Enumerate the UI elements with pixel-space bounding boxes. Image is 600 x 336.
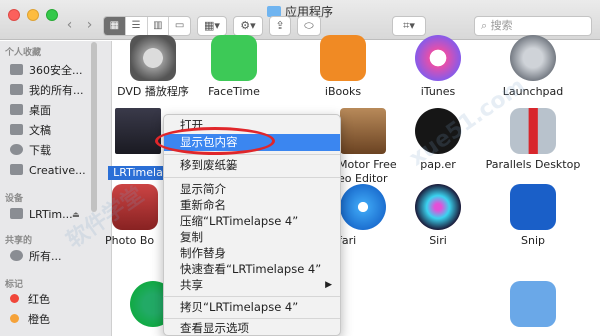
sidebar-scrollbar[interactable]	[91, 42, 97, 212]
menu-item-rename[interactable]: 重新命名	[164, 197, 340, 214]
sidebar-tag-red[interactable]: 红色	[10, 292, 50, 308]
cloud-icon	[10, 164, 23, 175]
search-field[interactable]: ⌕ 搜索	[474, 16, 592, 36]
menu-separator	[164, 154, 340, 155]
lrtimelapse-icon	[115, 108, 161, 154]
menu-item-copy[interactable]: 拷贝“LRTimelapse 4”	[164, 299, 340, 316]
sidebar-item[interactable]: 我的所有...	[10, 83, 84, 99]
sidebar-item[interactable]: 下载	[10, 143, 51, 159]
film-icon	[340, 108, 386, 154]
action-button[interactable]: ⚙▾	[233, 16, 263, 36]
app-safari[interactable]: fari	[338, 184, 388, 248]
menu-item-move-to-trash[interactable]: 移到废纸篓	[164, 157, 340, 174]
menu-item-show-view-options[interactable]: 查看显示选项	[164, 320, 340, 336]
music-icon	[415, 35, 461, 81]
devices-header: 设备	[5, 194, 24, 204]
app-parallels[interactable]: Parallels Desktop	[485, 108, 581, 172]
menu-item-quick-look[interactable]: 快速查看“LRTimelapse 4”	[164, 261, 340, 278]
app-snip[interactable]: Snip	[485, 184, 581, 248]
book-icon	[320, 35, 366, 81]
tag-dot-icon	[10, 294, 19, 303]
desktop-icon	[10, 104, 23, 115]
scissors-icon	[510, 184, 556, 230]
sidebar-item[interactable]: 文稿	[10, 123, 51, 139]
shared-header: 共享的	[5, 236, 33, 246]
app-utilities[interactable]	[485, 281, 581, 327]
menu-item-make-alias[interactable]: 制作替身	[164, 245, 340, 262]
sidebar-tag-orange[interactable]: 橙色	[10, 312, 50, 328]
view-mode-segmented[interactable]: ▦ ☰ ▥ ▭	[103, 16, 191, 36]
list-view-button[interactable]: ☰	[126, 17, 148, 35]
menu-item-duplicate[interactable]: 复制	[164, 229, 340, 246]
download-icon	[10, 144, 23, 155]
sidebar-item[interactable]: LRTim...	[10, 207, 73, 223]
compass-icon	[340, 184, 386, 230]
share-button[interactable]: ⇪	[269, 16, 291, 36]
app-siri[interactable]: Siri	[390, 184, 486, 248]
parallels-icon	[510, 108, 556, 154]
globe-icon	[10, 250, 23, 261]
all-files-icon	[10, 84, 23, 95]
annotation-highlight-ring	[155, 127, 275, 155]
app-motor-free[interactable]: Motor Free eo Editor	[338, 108, 397, 186]
favorites-header: 个人收藏	[5, 48, 42, 58]
sidebar-item[interactable]: 360安全...	[10, 63, 83, 79]
column-view-button[interactable]: ▥	[148, 17, 170, 35]
back-button[interactable]: ‹	[60, 17, 79, 34]
siri-icon	[415, 184, 461, 230]
gallery-view-button[interactable]: ▭	[169, 17, 190, 35]
document-icon	[10, 124, 23, 135]
rocket-icon	[510, 35, 556, 81]
app-facetime[interactable]: FaceTime	[186, 35, 282, 99]
menu-separator	[164, 296, 340, 297]
submenu-arrow-icon: ▶	[325, 280, 332, 290]
menu-item-share[interactable]: 共享 ▶	[164, 277, 340, 294]
tag-button[interactable]: ⬭	[297, 16, 321, 36]
gear-icon: ⚙	[240, 19, 251, 32]
folder-icon	[510, 281, 556, 327]
menu-item-get-info[interactable]: 显示简介	[164, 181, 340, 198]
menu-separator	[164, 177, 340, 178]
folder-icon	[10, 64, 23, 75]
forward-button[interactable]: ›	[80, 17, 99, 34]
facetime-icon	[211, 35, 257, 81]
sidebar-item[interactable]: Creative...	[10, 163, 86, 179]
tags-header: 标记	[5, 280, 24, 290]
app-itunes[interactable]: iTunes	[390, 35, 486, 99]
sidebar-item[interactable]: 所有...	[10, 249, 62, 265]
sidebar-item[interactable]: 桌面	[10, 103, 51, 119]
arrange-button[interactable]: ▦▾	[197, 16, 227, 36]
shortcut-button[interactable]: ⌗▾	[392, 16, 426, 36]
drive-icon	[10, 208, 23, 219]
tag-dot-icon	[10, 314, 19, 323]
icon-view-button[interactable]: ▦	[104, 17, 126, 35]
dvd-icon	[130, 35, 176, 81]
app-ibooks[interactable]: iBooks	[295, 35, 391, 99]
menu-item-compress[interactable]: 压缩“LRTimelapse 4”	[164, 213, 340, 230]
menu-separator	[164, 318, 340, 319]
window-toolbar: 应用程序 ‹ › ▦ ☰ ▥ ▭ ▦▾ ⚙▾ ⇪ ⬭ ⌗▾ ⌕ 搜索	[0, 0, 600, 40]
